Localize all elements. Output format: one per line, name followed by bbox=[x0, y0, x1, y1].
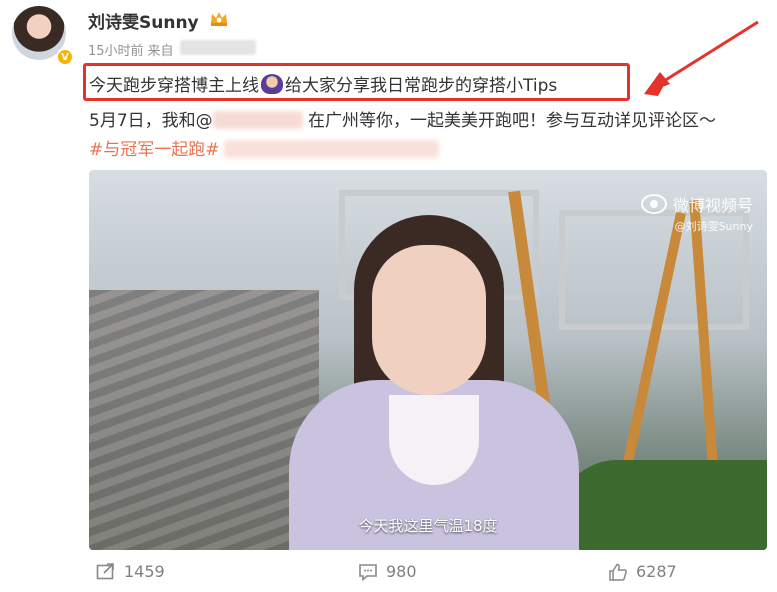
watermark-handle: @刘诗雯Sunny bbox=[674, 220, 753, 233]
video-player[interactable]: 微博视频号 @刘诗雯Sunny 今天我这里气温18度 bbox=[89, 170, 767, 550]
like-button[interactable]: 6287 bbox=[608, 562, 677, 581]
like-icon bbox=[609, 563, 627, 581]
post-meta: 15小时前 来自 bbox=[88, 40, 256, 59]
hashtag-link[interactable]: #与冠军一起跑# bbox=[89, 140, 220, 160]
comment-button[interactable]: 980 bbox=[358, 562, 417, 581]
video-person-face bbox=[372, 245, 486, 395]
repost-button[interactable]: 1459 bbox=[96, 562, 165, 581]
woman-tipping-hand-emoji-icon bbox=[261, 74, 283, 94]
video-person-shirt bbox=[389, 395, 479, 485]
post-text-line3: #与冠军一起跑# bbox=[89, 135, 439, 160]
post-text-line1: 今天跑步穿搭博主上线 给大家分享我日常跑步的穿搭小Tips bbox=[89, 71, 557, 96]
username[interactable]: 刘诗雯Sunny bbox=[88, 8, 199, 33]
action-bar: 1459 980 6287 bbox=[0, 562, 777, 590]
post-text-line2-a: 5月7日，我和@ bbox=[89, 111, 213, 131]
link-blurred[interactable] bbox=[223, 140, 439, 158]
video-stairs bbox=[89, 290, 319, 550]
repost-icon bbox=[96, 562, 114, 579]
comment-count: 980 bbox=[386, 562, 417, 581]
video-subtitle: 今天我这里气温18度 bbox=[358, 517, 498, 535]
watermark-title: 微博视频号 bbox=[672, 196, 753, 215]
post-text-line2-b: 在广州等你，一起美美开跑吧！参与互动详见评论区～ bbox=[308, 111, 717, 131]
comment-icon bbox=[359, 563, 377, 581]
repost-count: 1459 bbox=[124, 562, 165, 581]
post-text-line2: 5月7日，我和@ 在广州等你，一起美美开跑吧！参与互动详见评论区～ bbox=[89, 106, 716, 131]
video-bush bbox=[557, 460, 767, 550]
mention-blurred[interactable] bbox=[212, 111, 303, 129]
video-watermark: 微博视频号 @刘诗雯Sunny bbox=[640, 192, 753, 234]
post-source-prefix: 来自 bbox=[147, 44, 174, 59]
post-text-line1-a: 今天跑步穿搭博主上线 bbox=[89, 76, 259, 96]
post-time[interactable]: 15小时前 bbox=[88, 40, 144, 59]
verified-icon: V bbox=[56, 48, 74, 66]
post-text-line1-b: 给大家分享我日常跑步的穿搭小Tips bbox=[285, 76, 558, 96]
post-source-blurred bbox=[179, 40, 256, 55]
crown-icon bbox=[211, 12, 227, 26]
weibo-eye-icon bbox=[640, 194, 667, 214]
annotation-arrow-icon bbox=[644, 20, 759, 96]
like-count: 6287 bbox=[636, 562, 677, 581]
